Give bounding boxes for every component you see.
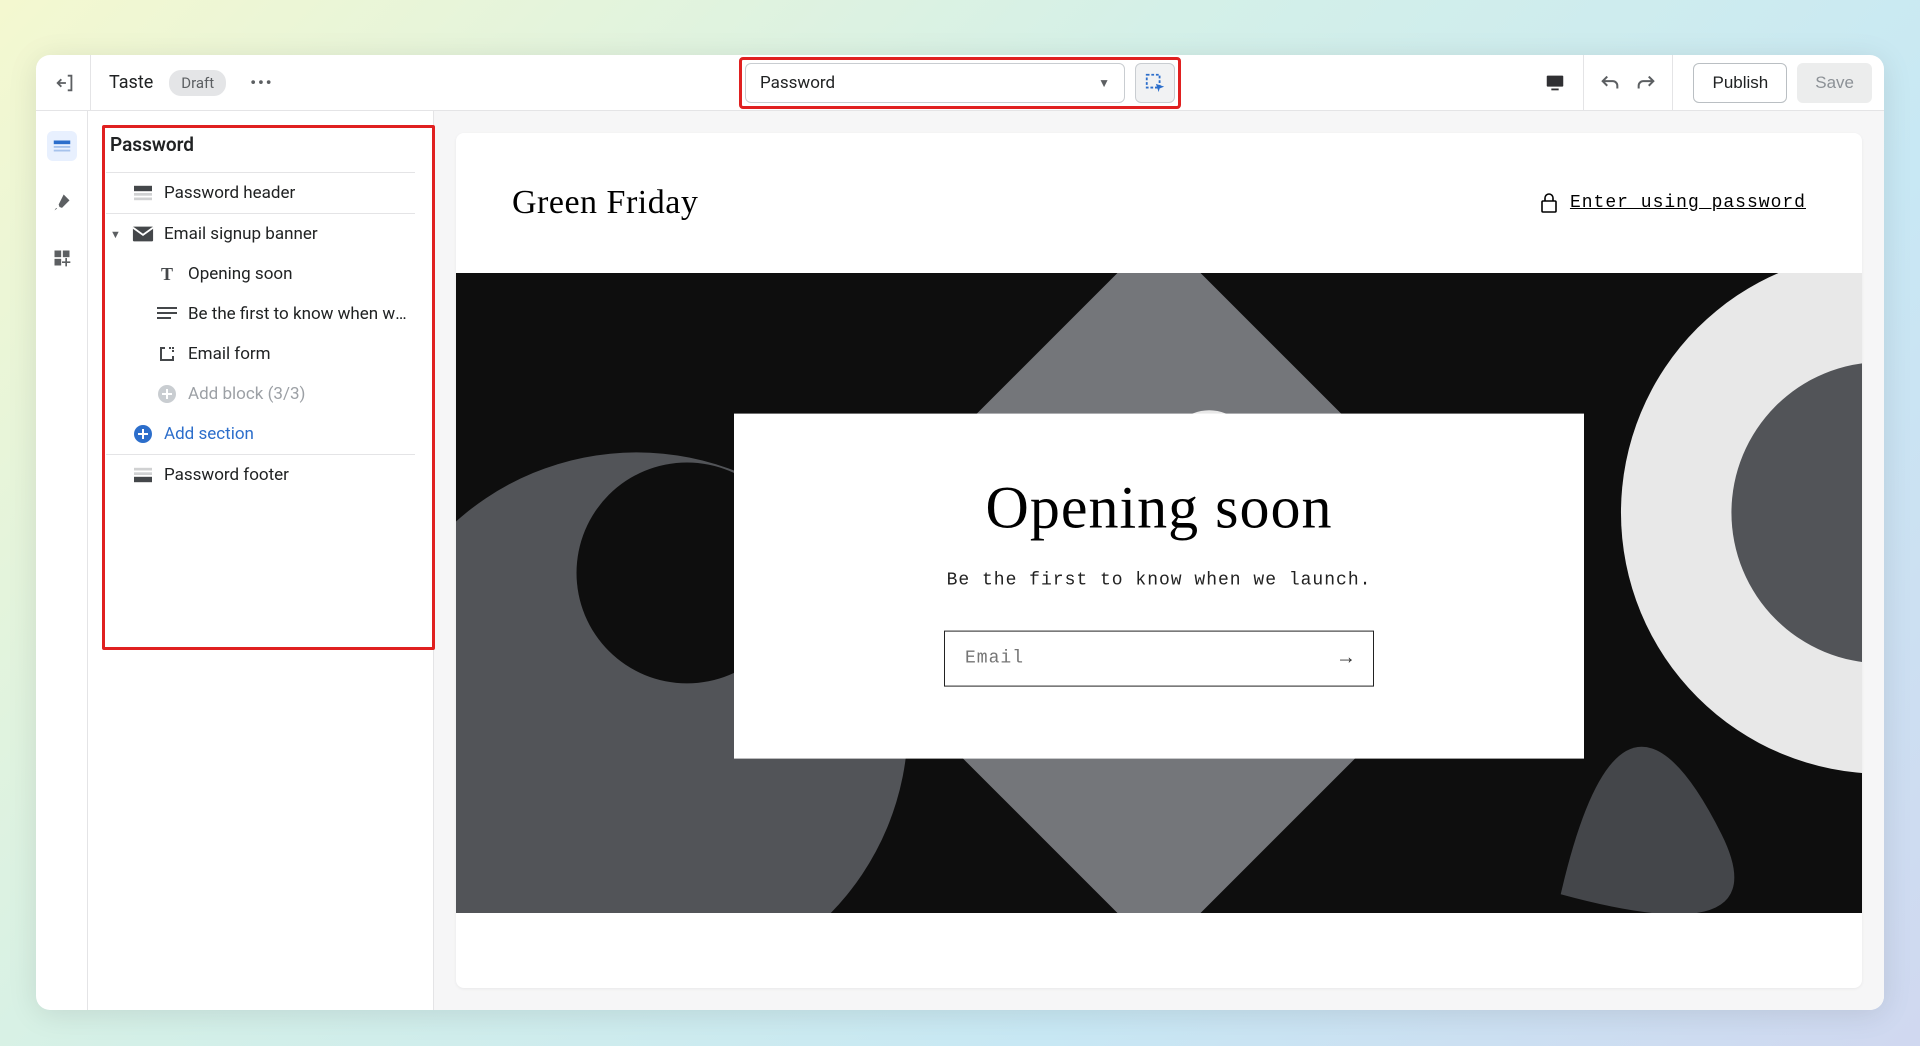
chevron-down-icon: ▼ (1098, 76, 1110, 90)
desktop-icon (1544, 72, 1566, 94)
section-label: Password footer (164, 465, 289, 485)
divider (90, 55, 91, 111)
section-password-footer[interactable]: Password footer (88, 455, 433, 495)
chevron-down-icon: ▼ (110, 228, 121, 241)
page-select[interactable]: Password ▼ (745, 63, 1125, 103)
theme-name: Taste (109, 72, 153, 93)
page-select-label: Password (760, 73, 835, 93)
sections-icon (51, 135, 73, 157)
block-email-form[interactable]: Email form (88, 334, 433, 374)
add-block: Add block (3/3) (88, 374, 433, 414)
topbar: Taste Draft ••• Password ▼ (36, 55, 1884, 111)
undo-icon (1599, 72, 1621, 94)
envelope-icon (132, 224, 154, 244)
section-label: Email signup banner (164, 224, 318, 244)
header-icon (132, 183, 154, 203)
exit-button[interactable] (48, 66, 82, 100)
site-title: Green Friday (512, 184, 698, 222)
undo-button[interactable] (1592, 65, 1628, 101)
section-label: Password header (164, 183, 295, 203)
preview-frame: Green Friday Enter using password (456, 133, 1862, 988)
left-rail (36, 111, 88, 1010)
card-heading: Opening soon (774, 474, 1544, 543)
section-password-header[interactable]: Password header (88, 173, 433, 213)
sidebar-title: Password (88, 125, 433, 172)
email-signup-banner: Opening soon Be the first to know when w… (456, 273, 1862, 913)
enter-password-link[interactable]: Enter using password (1540, 193, 1806, 213)
exit-icon (54, 72, 76, 94)
text-icon (156, 304, 178, 324)
footer-icon (132, 465, 154, 485)
redo-icon (1635, 72, 1657, 94)
preview-canvas: Green Friday Enter using password (434, 111, 1884, 1010)
divider (1672, 55, 1673, 111)
lock-icon (1540, 193, 1558, 213)
redo-button[interactable] (1628, 65, 1664, 101)
save-button[interactable]: Save (1797, 63, 1872, 103)
add-section-label: Add section (164, 424, 254, 444)
inspector-button[interactable] (1135, 63, 1175, 103)
enter-password-label: Enter using password (1570, 193, 1806, 213)
topbar-right: Publish Save (1535, 55, 1872, 110)
block-paragraph[interactable]: Be the first to know when we… (88, 294, 433, 334)
status-badge: Draft (169, 70, 226, 96)
main-body: Password Password header ▼ Email signup … (36, 111, 1884, 1010)
email-input[interactable] (965, 649, 1340, 669)
form-icon (156, 344, 178, 364)
card-paragraph: Be the first to know when we launch. (774, 571, 1544, 591)
block-label: Email form (188, 344, 271, 364)
app-window: Taste Draft ••• Password ▼ (36, 55, 1884, 1010)
rail-app-embeds[interactable] (47, 243, 77, 273)
section-email-signup-banner[interactable]: ▼ Email signup banner (88, 214, 433, 254)
block-opening-soon[interactable]: T Opening soon (88, 254, 433, 294)
email-input-wrapper[interactable]: → (944, 631, 1374, 687)
more-button[interactable]: ••• (244, 67, 279, 98)
site-header: Green Friday Enter using password (456, 133, 1862, 273)
sections-sidebar: Password Password header ▼ Email signup … (88, 111, 434, 1010)
apps-icon (52, 248, 72, 268)
add-section[interactable]: Add section (88, 414, 433, 454)
submit-arrow-icon[interactable]: → (1340, 647, 1353, 670)
signup-card: Opening soon Be the first to know when w… (734, 414, 1584, 759)
plus-circle-icon (156, 384, 178, 404)
highlight-box-topbar: Password ▼ (739, 57, 1181, 109)
device-desktop-button[interactable] (1535, 63, 1575, 103)
paintbrush-icon (52, 192, 72, 212)
inspector-icon (1144, 72, 1166, 94)
publish-button[interactable]: Publish (1693, 63, 1787, 103)
heading-icon: T (156, 264, 178, 284)
topbar-center: Password ▼ (739, 57, 1181, 109)
block-label: Opening soon (188, 264, 292, 284)
rail-theme-settings[interactable] (47, 187, 77, 217)
divider (1583, 55, 1584, 111)
block-label: Be the first to know when we… (188, 304, 415, 324)
rail-sections[interactable] (47, 131, 77, 161)
plus-circle-icon (132, 424, 154, 444)
add-block-label: Add block (3/3) (188, 384, 305, 404)
